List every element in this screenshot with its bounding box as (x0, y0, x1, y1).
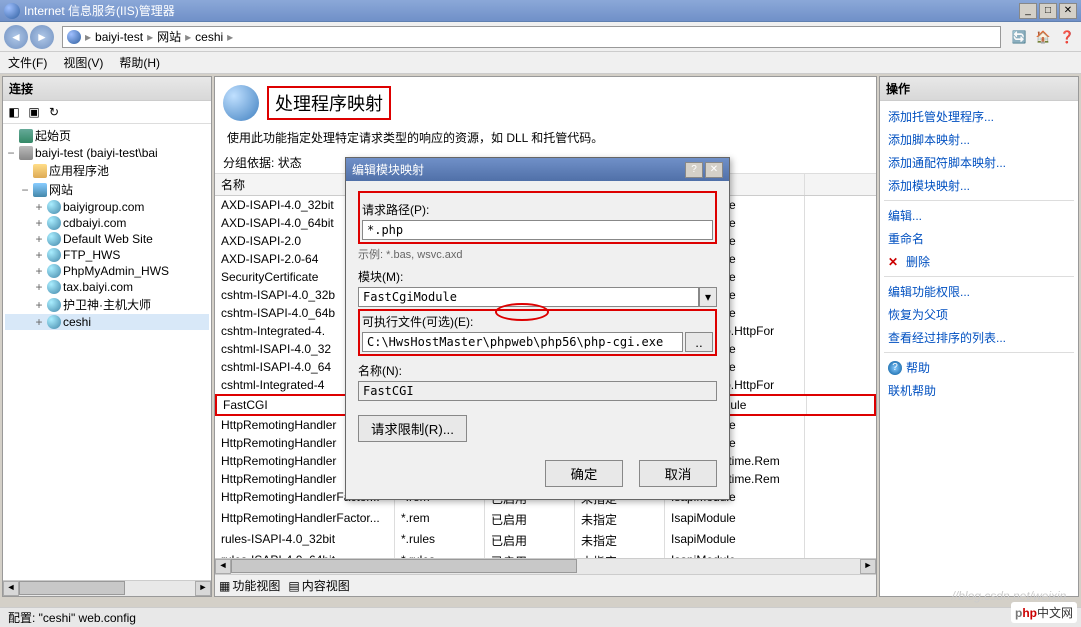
table-row[interactable]: HttpRemotingHandlerFactor...*.rem已启用未指定I… (215, 509, 876, 530)
action-link[interactable]: 添加托管处理程序... (884, 105, 1074, 128)
breadcrumb-seg[interactable]: 网站 (157, 28, 181, 45)
refresh-icon[interactable]: 🔄 (1009, 27, 1029, 47)
nav-back-button[interactable]: ◄ (4, 25, 28, 49)
action-link[interactable]: 重命名 (884, 227, 1074, 250)
action-link[interactable]: 编辑... (884, 204, 1074, 227)
help-icon: ? (888, 361, 902, 375)
address-bar[interactable]: ▸ baiyi-test ▸ 网站 ▸ ceshi ▸ (62, 26, 1001, 48)
maximize-button[interactable]: □ (1039, 3, 1057, 19)
breadcrumb-seg[interactable]: baiyi-test (95, 30, 143, 44)
module-select[interactable] (358, 287, 699, 307)
ok-button[interactable]: 确定 (545, 460, 623, 487)
action-link[interactable]: ✕删除 (884, 250, 1074, 273)
scroll-right-button[interactable]: ► (195, 581, 211, 596)
delete-icon: ✕ (888, 255, 902, 269)
group-by-label: 分组依据: (223, 156, 274, 170)
connections-panel: 连接 ◧ ▣ ↻ 起始页−baiyi-test (baiyi-test\bai应… (2, 76, 212, 597)
action-link[interactable]: 添加模块映射... (884, 174, 1074, 197)
content-view-tab[interactable]: ▤ 内容视图 (288, 577, 349, 594)
connections-tree[interactable]: 起始页−baiyi-test (baiyi-test\bai应用程序池−网站+b… (3, 124, 211, 580)
window-title: Internet 信息服务(IIS)管理器 (24, 2, 1019, 19)
handler-mappings-icon (223, 85, 259, 121)
request-path-label: 请求路径(P): (362, 201, 713, 218)
menu-file[interactable]: 文件(F) (8, 54, 47, 71)
tree-refresh-icon[interactable]: ↻ (45, 103, 63, 121)
name-label: 名称(N): (358, 362, 717, 379)
status-bar: 配置: "ceshi" web.config (0, 607, 1081, 627)
close-button[interactable]: ✕ (1059, 3, 1077, 19)
tree-hscroll[interactable]: ◄ ► (3, 580, 211, 596)
tree-node[interactable]: +FTP_HWS (5, 247, 209, 263)
edit-module-mapping-dialog: 编辑模块映射 ? ✕ 请求路径(P): 示例: *.bas, wsvc.axd … (345, 157, 730, 500)
tree-collapse-icon[interactable]: ◧ (5, 103, 23, 121)
minimize-button[interactable]: _ (1019, 3, 1037, 19)
watermark-text: //blog.csdn.net/weixin_ (952, 589, 1073, 603)
scroll-left-button[interactable]: ◄ (215, 559, 231, 574)
request-restrictions-button[interactable]: 请求限制(R)... (358, 415, 467, 442)
actions-panel: 操作 添加托管处理程序...添加脚本映射...添加通配符脚本映射...添加模块映… (879, 76, 1079, 597)
menu-view[interactable]: 视图(V) (63, 54, 103, 71)
help-toolbar-icon[interactable]: ❓ (1057, 27, 1077, 47)
name-input (358, 381, 717, 401)
tree-node[interactable]: +cdbaiyi.com (5, 215, 209, 231)
executable-label: 可执行文件(可选)(E): (362, 313, 713, 330)
table-row[interactable]: rules-ISAPI-4.0_32bit*.rules已启用未指定IsapiM… (215, 530, 876, 551)
menu-bar: 文件(F) 视图(V) 帮助(H) (0, 52, 1081, 74)
nav-forward-button[interactable]: ► (30, 25, 54, 49)
scroll-left-button[interactable]: ◄ (3, 581, 19, 596)
app-icon (4, 3, 20, 19)
request-path-hint: 示例: *.bas, wsvc.axd (358, 246, 717, 262)
address-row: ◄ ► ▸ baiyi-test ▸ 网站 ▸ ceshi ▸ 🔄 🏠 ❓ (0, 22, 1081, 52)
logo-watermark: php中文网 (1011, 602, 1077, 623)
tree-node[interactable]: +ceshi (5, 314, 209, 330)
breadcrumb-seg[interactable]: ceshi (195, 30, 223, 44)
tree-node[interactable]: 起始页 (5, 126, 209, 145)
home-icon[interactable]: 🏠 (1033, 27, 1053, 47)
executable-input[interactable] (362, 332, 683, 352)
chevron-down-icon[interactable]: ▾ (699, 287, 717, 307)
module-label: 模块(M): (358, 268, 717, 285)
action-link[interactable]: 添加通配符脚本映射... (884, 151, 1074, 174)
feature-view-tab[interactable]: ▦ 功能视图 (219, 577, 280, 594)
action-link[interactable]: 恢复为父项 (884, 303, 1074, 326)
tree-node[interactable]: +tax.baiyi.com (5, 279, 209, 295)
group-by-value[interactable]: 状态 (278, 156, 302, 170)
tree-expand-icon[interactable]: ▣ (25, 103, 43, 121)
table-row[interactable]: rules-ISAPI-4.0_64bit*.rules已启用未指定IsapiM… (215, 551, 876, 558)
action-link[interactable]: 联机帮助 (884, 379, 1074, 402)
tree-node[interactable]: +Default Web Site (5, 231, 209, 247)
feature-description: 使用此功能指定处理特定请求类型的响应的资源，如 DLL 和托管代码。 (215, 129, 876, 152)
actions-header: 操作 (880, 77, 1078, 101)
action-link[interactable]: ?帮助 (884, 356, 1074, 379)
tree-node[interactable]: +护卫神·主机大师 (5, 295, 209, 314)
scroll-right-button[interactable]: ► (860, 559, 876, 574)
dialog-title: 编辑模块映射 (352, 161, 424, 178)
globe-icon (67, 30, 81, 44)
feature-title: 处理程序映射 (267, 86, 391, 120)
titlebar: Internet 信息服务(IIS)管理器 _ □ ✕ (0, 0, 1081, 22)
tree-node[interactable]: −baiyi-test (baiyi-test\bai (5, 145, 209, 161)
request-path-input[interactable] (362, 220, 713, 240)
status-text: 配置: "ceshi" web.config (8, 609, 136, 626)
dialog-close-button[interactable]: ✕ (705, 162, 723, 178)
tree-node[interactable]: +baiyigroup.com (5, 199, 209, 215)
connections-header: 连接 (3, 77, 211, 101)
action-link[interactable]: 编辑功能权限... (884, 280, 1074, 303)
cancel-button[interactable]: 取消 (639, 460, 717, 487)
tree-node[interactable]: 应用程序池 (5, 161, 209, 180)
dialog-help-button[interactable]: ? (685, 162, 703, 178)
menu-help[interactable]: 帮助(H) (119, 54, 160, 71)
tree-node[interactable]: +PhpMyAdmin_HWS (5, 263, 209, 279)
action-link[interactable]: 添加脚本映射... (884, 128, 1074, 151)
grid-hscroll[interactable]: ◄ ► (215, 558, 876, 574)
tree-node[interactable]: −网站 (5, 180, 209, 199)
action-link[interactable]: 查看经过排序的列表... (884, 326, 1074, 349)
browse-button[interactable]: .. (685, 332, 713, 352)
